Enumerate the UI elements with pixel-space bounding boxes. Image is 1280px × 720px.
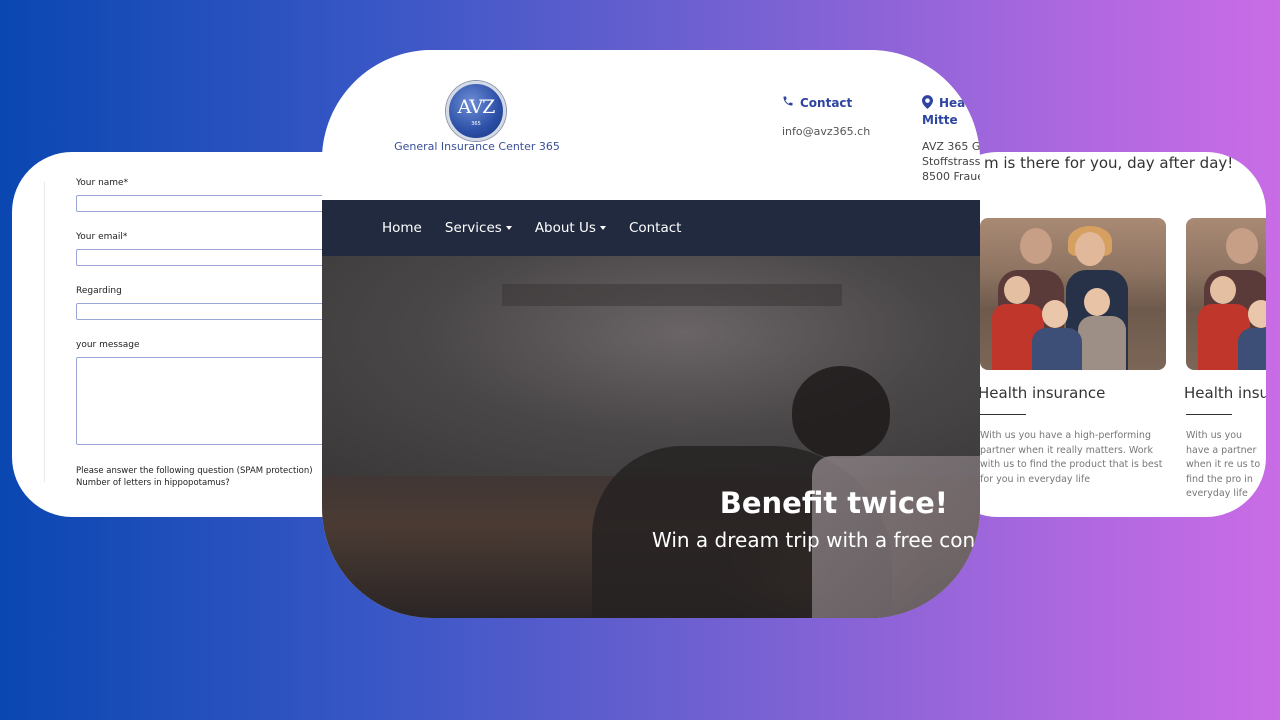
- site-header: AVZ 365 General Insurance Center 365 Con…: [322, 50, 980, 200]
- logo-subtext: 365: [471, 121, 481, 127]
- header-contact: Contact info@avz365.ch: [782, 95, 870, 139]
- form-card-edge: [26, 182, 45, 482]
- spam-question: Please answer the following question (SP…: [76, 466, 313, 488]
- title-divider: [980, 414, 1026, 415]
- hero-title: Benefit twice!: [719, 486, 948, 520]
- contact-heading[interactable]: Contact: [782, 95, 870, 110]
- contact-heading-label: Contact: [800, 95, 853, 110]
- nav-services-label: Services: [444, 220, 502, 236]
- contact-email[interactable]: info@avz365.ch: [782, 125, 870, 138]
- headquarters-heading: Head Mitte: [922, 95, 980, 129]
- title-divider: [1186, 414, 1232, 415]
- nav-contact[interactable]: Contact: [629, 220, 682, 236]
- nav-services[interactable]: Services: [445, 220, 512, 236]
- insurance-card-title[interactable]: Health insur: [1184, 384, 1266, 402]
- insurance-card-text: With us you have a partner when it re us…: [1186, 430, 1261, 499]
- caret-down-icon: [599, 226, 606, 230]
- nav-about-label: About Us: [534, 220, 596, 236]
- hq-address-line2: Stoffstrasse: [922, 155, 980, 168]
- main-navbar: Home Services About Us Contact: [322, 200, 980, 256]
- map-pin-icon: [922, 95, 933, 114]
- nav-home[interactable]: Home: [382, 220, 422, 236]
- insurance-card-title[interactable]: Health insurance: [978, 384, 1170, 402]
- phone-icon: [782, 95, 794, 110]
- logo-tagline: General Insurance Center 365: [394, 140, 560, 153]
- header-headquarters: Head Mitte AVZ 365 Gm Stoffstrasse 8500 …: [922, 95, 980, 184]
- logo-text: AVZ: [457, 96, 496, 118]
- website-preview-card: AVZ 365 General Insurance Center 365 Con…: [322, 50, 980, 618]
- hq-heading-line2: Mitte: [922, 113, 958, 127]
- services-card: m is there for you, day after day! Healt…: [938, 152, 1266, 517]
- hq-heading-line1: Head: [939, 96, 974, 110]
- nav-home-label: Home: [382, 220, 422, 236]
- hero-banner: Benefit twice! Win a dream trip with a f…: [322, 256, 980, 618]
- insurance-card[interactable]: Health insur With us you have a partner …: [1184, 218, 1266, 502]
- insurance-card-text: With us you have a high-performing partn…: [980, 430, 1163, 485]
- hq-address-line1: AVZ 365 Gm: [922, 140, 980, 153]
- family-photo: [980, 218, 1166, 370]
- insurance-card[interactable]: Health insurance With us you have a high…: [978, 218, 1170, 487]
- family-photo: [1186, 218, 1266, 370]
- services-tagline: m is there for you, day after day!: [984, 154, 1234, 172]
- hero-subtitle: Win a dream trip with a free consu: [652, 528, 980, 552]
- nav-contact-label: Contact: [628, 220, 682, 236]
- hq-address-line3: 8500 Frauen: [922, 170, 980, 183]
- nav-about-us[interactable]: About Us: [535, 220, 606, 236]
- hq-address: AVZ 365 Gm Stoffstrasse 8500 Frauen: [922, 139, 980, 184]
- avz-logo[interactable]: AVZ 365: [446, 81, 506, 141]
- caret-down-icon: [505, 226, 512, 230]
